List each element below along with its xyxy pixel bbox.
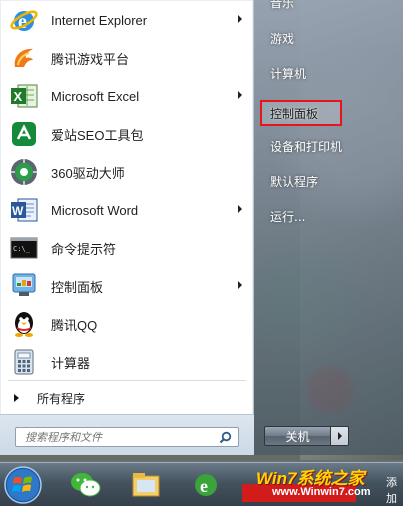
internet-explorer-icon: e [8,4,40,36]
right-link-label: 默认程序 [270,174,319,189]
program-word[interactable]: W Microsoft Word [4,191,250,229]
svg-text:C:\_: C:\_ [13,245,31,253]
all-programs-label: 所有程序 [37,391,86,406]
program-control-panel[interactable]: 控制面板 [4,267,250,305]
right-link-games[interactable]: 游戏 [260,25,400,51]
explorer-folder-taskbar-icon[interactable] [120,466,172,504]
shutdown-group: 关机 [264,426,349,446]
program-calculator[interactable]: 计算器 [4,343,250,381]
triangle-right-icon [337,432,342,440]
places-pane: 音乐 游戏 计算机 控制面板 设备和打印机 默认程序 运行... 关机 [254,0,403,455]
program-label: 360驱动大师 [51,165,125,181]
program-aizhan-seo[interactable]: 爱站SEO工具包 [4,115,250,153]
program-label: 腾讯QQ [51,317,98,333]
programs-pane: e Internet Explorer 腾讯游戏平台 X Microsoft E… [0,0,254,455]
program-excel[interactable]: X Microsoft Excel [4,77,250,115]
site-watermark: Win7系统之家 www.Winwin7.com 添加 [196,460,403,506]
search-box [15,427,239,447]
word-icon: W [8,194,40,226]
triangle-right-icon [14,394,19,402]
aizhan-seo-icon [8,118,40,150]
program-label: 腾讯游戏平台 [51,51,130,67]
search-area [0,414,254,455]
program-tencent-game[interactable]: 腾讯游戏平台 [4,39,250,77]
program-label: Microsoft Excel [51,88,140,104]
right-link-label: 音乐 [270,0,295,10]
right-link-label: 设备和打印机 [270,139,343,154]
right-link-music[interactable]: 音乐 [260,0,400,15]
program-label: 爱站SEO工具包 [51,127,144,143]
svg-text:W: W [12,204,24,218]
submenu-arrow-icon[interactable] [238,91,242,99]
all-programs-button[interactable]: 所有程序 [6,386,246,410]
program-list: e Internet Explorer 腾讯游戏平台 X Microsoft E… [4,1,250,381]
program-label: 控制面板 [51,279,104,295]
excel-icon: X [8,80,40,112]
tencent-game-icon [8,42,40,74]
right-link-label: 计算机 [270,66,307,81]
qq-penguin-icon [8,308,40,340]
program-label: 计算器 [51,355,91,371]
right-link-control-panel[interactable]: 控制面板 [260,100,342,126]
watermark-url: www.Winwin7.com [272,486,371,498]
360-driver-icon [8,156,40,188]
cmd-icon: C:\_ [8,232,40,264]
shutdown-button[interactable]: 关机 [264,426,331,446]
submenu-arrow-icon[interactable] [238,281,242,289]
right-link-label: 游戏 [270,31,295,46]
svg-text:X: X [14,89,23,104]
search-input[interactable] [25,430,205,444]
program-qq[interactable]: 腾讯QQ [4,305,250,343]
program-360-driver[interactable]: 360驱动大师 [4,153,250,191]
shutdown-label: 关机 [285,429,310,444]
magnifier-icon[interactable] [219,431,232,447]
program-cmd[interactable]: C:\_ 命令提示符 [4,229,250,267]
programs-divider [8,380,246,381]
program-label: Internet Explorer [51,12,148,28]
wechat-taskbar-icon[interactable] [60,466,112,504]
right-link-run[interactable]: 运行... [260,203,400,229]
right-link-label: 运行... [270,209,306,224]
calculator-icon [8,346,40,378]
start-menu: e Internet Explorer 腾讯游戏平台 X Microsoft E… [0,0,403,462]
program-internet-explorer[interactable]: e Internet Explorer [4,1,250,39]
right-link-label: 控制面板 [270,106,319,121]
right-link-devices-printers[interactable]: 设备和打印机 [260,133,400,159]
shutdown-options-button[interactable] [331,426,349,446]
submenu-arrow-icon[interactable] [238,15,242,23]
watermark-side-text: 添加 [386,476,397,505]
program-label: Microsoft Word [51,202,139,218]
start-orb-icon[interactable] [2,464,44,506]
submenu-arrow-icon[interactable] [238,205,242,213]
control-panel-icon [8,270,40,302]
right-link-computer[interactable]: 计算机 [260,60,400,86]
right-link-default-programs[interactable]: 默认程序 [260,168,400,194]
program-label: 命令提示符 [51,241,117,257]
